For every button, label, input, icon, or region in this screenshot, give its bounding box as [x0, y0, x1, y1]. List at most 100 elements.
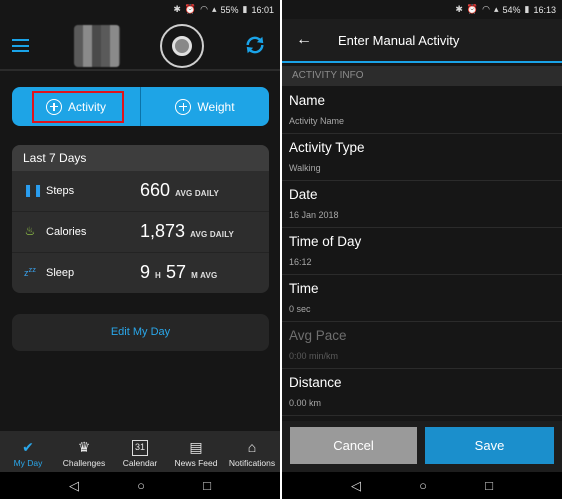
clock: 16:13 [533, 4, 556, 15]
clock: 16:01 [251, 4, 274, 15]
steps-label: Steps [46, 185, 75, 197]
my-day-screen: ✱ ⏰ ◠ ▴ 55% ▮ 16:01 Activity Weight Last… [0, 0, 280, 499]
nav-calendar-label: Calendar [122, 458, 158, 468]
steps-number: 660 [140, 180, 171, 200]
field-name-label: Name [289, 93, 326, 108]
nav-notifications-label: Notifications [228, 458, 276, 468]
summary-card: Last 7 Days ❚❚ Steps 660 AVG DAILY ♨ Cal… [12, 145, 269, 293]
field-avg-pace-label: Avg Pace [289, 328, 347, 343]
field-date-label: Date [289, 187, 318, 202]
nav-news-feed-label: News Feed [174, 458, 218, 468]
bottom-nav: ✔ My Day ♛ Challenges 31 Calendar ▤ News… [0, 431, 280, 472]
edit-my-day-button[interactable]: Edit My Day [12, 314, 269, 351]
triangle-back-icon[interactable]: ◁ [351, 478, 361, 494]
calories-value: 1,873 AVG DAILY [140, 221, 234, 242]
manual-activity-screen: ✱ ⏰ ◠ ▴ 54% ▮ 16:13 ← Enter Manual Activ… [282, 0, 562, 499]
steps-unit: AVG DAILY [175, 189, 220, 198]
circle-home-icon[interactable]: ○ [137, 478, 145, 493]
nav-news-feed[interactable]: ▤ News Feed [168, 431, 224, 472]
battery-percent: 54% [502, 4, 521, 15]
field-name[interactable]: Name Activity Name [282, 87, 562, 134]
save-button[interactable]: Save [425, 427, 554, 464]
add-weight-button[interactable]: Weight [141, 87, 269, 126]
sleep-minutes: 57 [166, 262, 187, 282]
field-time-of-day-label: Time of Day [289, 234, 362, 249]
wifi-icon: ◠ [200, 4, 208, 14]
field-date-value: 16 Jan 2018 [289, 210, 339, 220]
field-distance-value: 0.00 km [289, 398, 322, 408]
calories-label: Calories [46, 226, 87, 238]
check-icon: ✔ [22, 439, 34, 455]
steps-value: 660 AVG DAILY [140, 180, 219, 201]
field-time-of-day-value: 16:12 [289, 257, 312, 267]
nav-calendar[interactable]: 31 Calendar [112, 431, 168, 472]
action-bar: Cancel Save [282, 421, 562, 472]
calories-number: 1,873 [140, 221, 186, 241]
signal-icon: ▴ [211, 4, 217, 14]
calories-row[interactable]: ♨ Calories 1,873 AVG DAILY [12, 212, 269, 253]
laurel-icon: ♛ [77, 439, 91, 455]
battery-icon: ▮ [242, 4, 248, 14]
plus-circle-icon [175, 98, 192, 115]
nav-my-day-label: My Day [13, 458, 43, 468]
calendar-icon: 31 [131, 440, 148, 456]
nav-challenges[interactable]: ♛ Challenges [56, 431, 112, 472]
flame-icon: ♨ [24, 224, 36, 238]
newspaper-icon: ▤ [189, 439, 203, 455]
sleep-hours: 9 [140, 262, 151, 282]
field-distance[interactable]: Distance 0.00 km [282, 369, 562, 416]
cancel-button[interactable]: Cancel [290, 427, 417, 464]
field-avg-pace: Avg Pace 0:00 min/km [282, 322, 562, 369]
summary-title: Last 7 Days [12, 145, 269, 171]
section-header: ACTIVITY INFO [282, 66, 562, 86]
sleep-hours-unit: H [155, 271, 162, 280]
field-avg-pace-value: 0:00 min/km [289, 351, 339, 361]
square-recents-icon[interactable]: □ [203, 478, 211, 493]
footsteps-icon: ❚❚ [23, 183, 44, 197]
status-bar: ✱ ⏰ ◠ ▴ 54% ▮ 16:13 [282, 0, 562, 19]
triangle-back-icon[interactable]: ◁ [69, 478, 79, 494]
bluetooth-icon: ✱ [455, 4, 463, 14]
field-time-of-day[interactable]: Time of Day 16:12 [282, 228, 562, 275]
field-distance-label: Distance [289, 375, 342, 390]
system-nav-bar: ◁ ○ □ [282, 472, 562, 499]
square-recents-icon[interactable]: □ [485, 478, 493, 493]
field-time-value: 0 sec [289, 304, 311, 314]
signal-icon: ▴ [493, 4, 499, 14]
steps-row[interactable]: ❚❚ Steps 660 AVG DAILY [12, 171, 269, 212]
zzz-icon: zzz [24, 265, 36, 278]
battery-icon: ▮ [524, 4, 530, 14]
nav-notifications[interactable]: ⌂ Notifications [224, 431, 280, 472]
app-header: ← Enter Manual Activity [282, 19, 562, 63]
hamburger-icon[interactable] [12, 39, 29, 52]
field-time-label: Time [289, 281, 319, 296]
sleep-label: Sleep [46, 267, 75, 279]
alarm-icon: ⏰ [466, 4, 479, 14]
sleep-row[interactable]: zzz Sleep 9 H 57 M AVG [12, 253, 269, 293]
app-header [0, 19, 280, 71]
field-name-value: Activity Name [289, 116, 345, 126]
sleep-value: 9 H 57 M AVG [140, 262, 217, 283]
arrow-left-icon[interactable]: ← [296, 31, 312, 49]
avatar[interactable] [74, 25, 120, 67]
inbox-icon: ⌂ [247, 439, 257, 455]
sync-icon[interactable] [244, 34, 266, 56]
alarm-icon: ⏰ [184, 4, 197, 14]
field-date[interactable]: Date 16 Jan 2018 [282, 181, 562, 228]
nav-challenges-label: Challenges [62, 458, 106, 468]
activity-highlight-box [32, 91, 124, 123]
bluetooth-icon: ✱ [173, 4, 181, 14]
field-time[interactable]: Time 0 sec [282, 275, 562, 322]
watch-icon[interactable] [160, 24, 204, 68]
sleep-minutes-unit: M AVG [191, 271, 218, 280]
nav-my-day[interactable]: ✔ My Day [0, 431, 56, 472]
field-activity-type-value: Walking [289, 163, 321, 173]
add-weight-label: Weight [197, 99, 235, 114]
page-title: Enter Manual Activity [338, 33, 460, 48]
circle-home-icon[interactable]: ○ [419, 478, 427, 493]
calories-unit: AVG DAILY [190, 230, 235, 239]
battery-percent: 55% [220, 4, 239, 15]
field-activity-type-label: Activity Type [289, 140, 365, 155]
field-activity-type[interactable]: Activity Type Walking [282, 134, 562, 181]
wifi-icon: ◠ [482, 4, 490, 14]
